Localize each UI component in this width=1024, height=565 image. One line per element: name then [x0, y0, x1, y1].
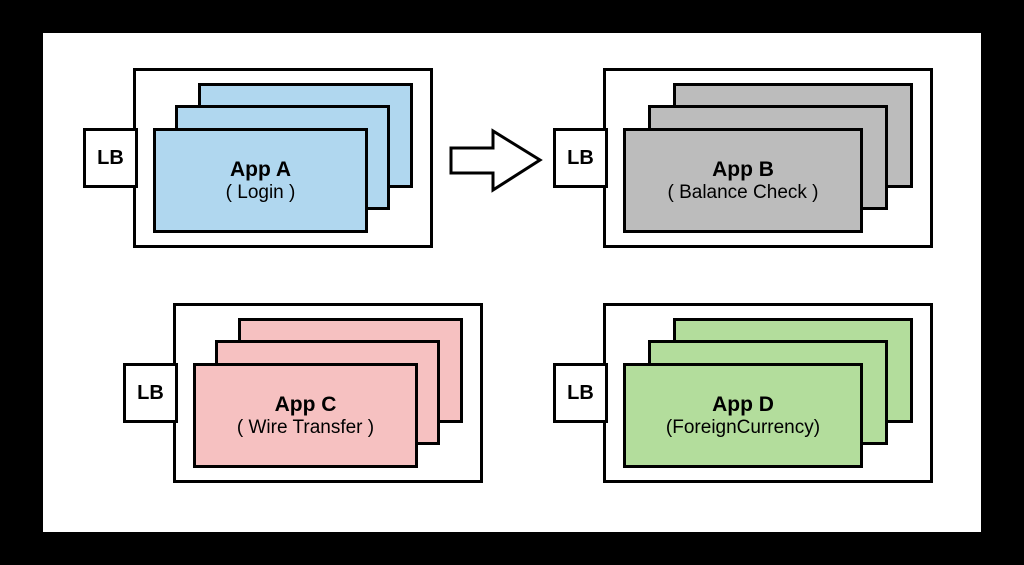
lb-label-d: LB — [553, 363, 608, 423]
diagram-frame: LB App A ( Login ) LB App B ( Balance Ch… — [40, 30, 984, 535]
app-subtitle-d: (ForeignCurrency) — [666, 417, 820, 440]
lb-label-a: LB — [83, 128, 138, 188]
service-group-c: LB App C ( Wire Transfer ) — [123, 303, 483, 483]
service-group-b: LB App B ( Balance Check ) — [553, 68, 933, 248]
app-title-c: App C — [275, 392, 337, 417]
instance-stack-a: App A ( Login ) — [153, 83, 413, 233]
app-subtitle-b: ( Balance Check ) — [667, 182, 818, 205]
instance-stack-b: App B ( Balance Check ) — [623, 83, 913, 233]
instance-card-a-front: App A ( Login ) — [153, 128, 368, 233]
instance-card-b-front: App B ( Balance Check ) — [623, 128, 863, 233]
app-title-b: App B — [712, 157, 774, 182]
instance-card-d-front: App D (ForeignCurrency) — [623, 363, 863, 468]
instance-card-c-front: App C ( Wire Transfer ) — [193, 363, 418, 468]
app-subtitle-a: ( Login ) — [226, 182, 296, 205]
lb-label-c: LB — [123, 363, 178, 423]
flow-arrow-icon — [448, 128, 543, 193]
instance-stack-d: App D (ForeignCurrency) — [623, 318, 913, 468]
service-group-d: LB App D (ForeignCurrency) — [553, 303, 933, 483]
app-title-a: App A — [230, 157, 291, 182]
lb-label-b: LB — [553, 128, 608, 188]
instance-stack-c: App C ( Wire Transfer ) — [193, 318, 463, 468]
app-title-d: App D — [712, 392, 774, 417]
app-subtitle-c: ( Wire Transfer ) — [237, 417, 374, 440]
service-group-a: LB App A ( Login ) — [83, 68, 433, 248]
